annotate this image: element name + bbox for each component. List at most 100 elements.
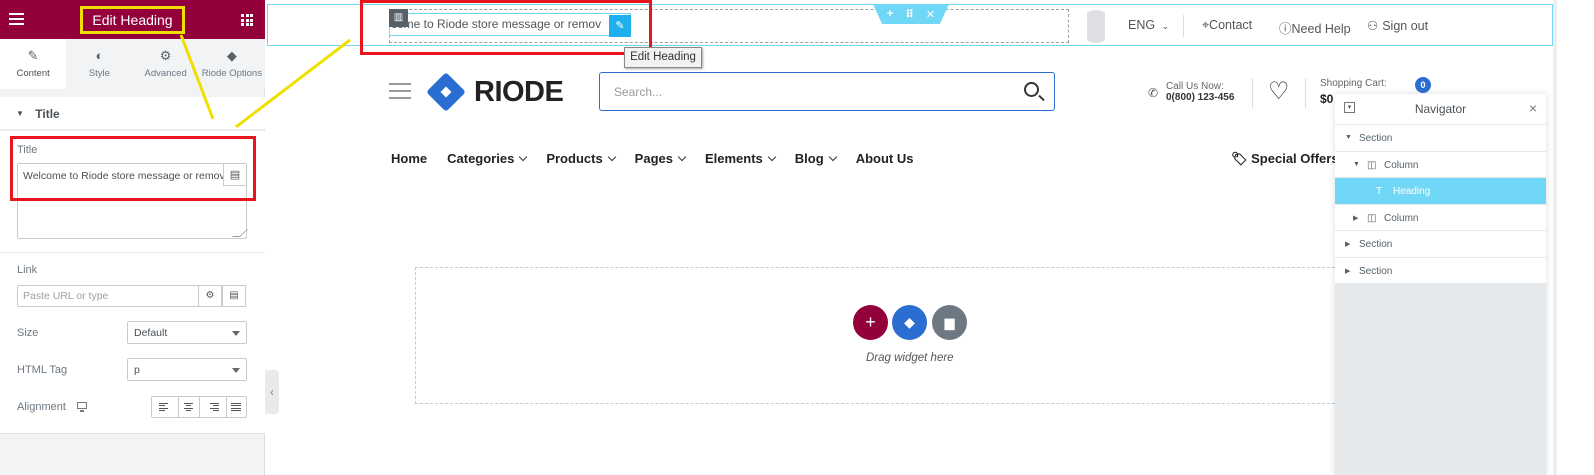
- search-input[interactable]: Search...: [599, 72, 1055, 111]
- tab-label: Riode Options: [201, 68, 262, 79]
- nav-products[interactable]: Products: [546, 151, 616, 166]
- diamond-icon: ◆: [226, 48, 237, 63]
- caret-down-icon: [232, 331, 240, 336]
- caret-down-icon: ▼: [1345, 134, 1352, 141]
- main-navigation: Home Categories Products Pages Elements …: [391, 151, 933, 166]
- align-center-button[interactable]: [179, 397, 200, 417]
- row-label: Section: [1359, 265, 1393, 277]
- navigator-row-section[interactable]: ▼ Section: [1335, 125, 1546, 152]
- collapse-panel-handle[interactable]: ‹: [265, 370, 279, 414]
- nav-home[interactable]: Home: [391, 151, 427, 166]
- size-select[interactable]: Default: [127, 321, 247, 344]
- cart-amount[interactable]: $0: [1320, 92, 1333, 106]
- add-template-folder-button[interactable]: ▆: [932, 305, 967, 340]
- divider: [1305, 78, 1306, 108]
- add-icon[interactable]: +: [887, 8, 893, 20]
- add-section-button[interactable]: +: [853, 305, 888, 340]
- column-icon: ◫: [1367, 159, 1377, 171]
- tab-label: Content: [16, 68, 50, 79]
- nav-pages[interactable]: Pages: [634, 151, 687, 166]
- row-label: Heading: [1393, 186, 1431, 197]
- nav-label: Pages: [634, 151, 673, 166]
- nav-blog[interactable]: Blog: [795, 151, 837, 166]
- editor-panel: Edit Heading ✎ Content ◐ Style ⚙ Advance…: [0, 0, 265, 475]
- html-tag-select[interactable]: p: [127, 358, 247, 381]
- riode-template-button[interactable]: ◆: [892, 305, 927, 340]
- chevron-down-icon: [607, 152, 616, 162]
- tab-label: Style: [88, 68, 110, 79]
- database-icon: [1087, 10, 1105, 43]
- nav-categories[interactable]: Categories: [447, 151, 528, 166]
- navigator-row-section[interactable]: ▶ Section: [1335, 231, 1546, 258]
- tab-advanced[interactable]: ⚙ Advanced: [133, 39, 199, 89]
- section-toggle-title[interactable]: ▼ Title: [0, 97, 265, 130]
- need-help-label: Need Help: [1291, 22, 1351, 36]
- close-icon[interactable]: ×: [1529, 100, 1537, 116]
- nav-elements[interactable]: Elements: [704, 151, 777, 166]
- link-dynamic-tags-icon[interactable]: ▤: [222, 285, 246, 307]
- align-right-button[interactable]: [200, 397, 227, 417]
- html-tag-value: p: [134, 364, 140, 376]
- caret-down-icon: ▼: [16, 109, 24, 118]
- nav-label: Products: [546, 151, 603, 166]
- annotation-red-box-title: [10, 136, 256, 201]
- location-pin-icon: ⌖: [1202, 18, 1210, 32]
- size-label: Size: [17, 327, 39, 339]
- empty-section-dropzone[interactable]: [415, 267, 1355, 404]
- heading-icon: T: [1376, 186, 1383, 197]
- drag-handle-icon[interactable]: ⠿: [905, 8, 914, 21]
- tooltip: Edit Heading: [624, 47, 702, 68]
- call-number[interactable]: 0(800) 123-456: [1166, 92, 1234, 103]
- tab-content[interactable]: ✎ Content: [0, 39, 67, 89]
- search-icon[interactable]: [1024, 82, 1039, 97]
- html-tag-label: HTML Tag: [17, 364, 68, 376]
- link-options-gear-icon[interactable]: ⚙: [198, 285, 222, 307]
- tab-style[interactable]: ◐ Style: [66, 39, 132, 89]
- chevron-down-icon: [767, 152, 777, 162]
- special-offers-link[interactable]: 🏷 Special Offers: [1231, 151, 1339, 167]
- need-help-link[interactable]: ⓘNeed Help: [1279, 18, 1351, 37]
- user-icon: ⚇: [1367, 19, 1379, 33]
- menu-icon[interactable]: [9, 13, 24, 25]
- site-menu-icon[interactable]: [389, 83, 411, 101]
- wishlist-heart-icon[interactable]: ♡: [1268, 80, 1290, 104]
- align-justify-button[interactable]: [227, 397, 246, 417]
- align-left-button[interactable]: [152, 397, 180, 417]
- info-icon: ⓘ: [1279, 22, 1292, 36]
- row-label: Section: [1359, 133, 1393, 144]
- navigator-row-heading[interactable]: T Heading: [1335, 178, 1546, 205]
- navigator-row-column[interactable]: ▼ ◫ Column: [1335, 151, 1546, 178]
- chevron-down-icon: [519, 152, 528, 162]
- navigator-row-column[interactable]: ▶ ◫ Column: [1335, 204, 1546, 231]
- chevron-down-icon: ⌄: [1161, 21, 1170, 31]
- nav-about-us[interactable]: About Us: [856, 151, 914, 166]
- row-label: Column: [1384, 159, 1419, 171]
- divider: [0, 433, 265, 434]
- monitor-icon[interactable]: [77, 402, 87, 412]
- gear-icon: ⚙: [159, 48, 172, 63]
- sign-out-link[interactable]: ⚇ Sign out: [1367, 18, 1428, 33]
- nav-label: Categories: [447, 151, 515, 166]
- site-logo[interactable]: RIODE: [426, 72, 564, 112]
- canvas-scrollbar[interactable]: [1553, 0, 1557, 475]
- language-switcher[interactable]: ENG ⌄: [1128, 18, 1169, 32]
- chevron-down-icon: [677, 152, 687, 162]
- nav-label: Elements: [704, 151, 763, 166]
- contact-link[interactable]: ⌖Contact: [1202, 18, 1252, 33]
- navigator-row-section[interactable]: ▶ Section: [1335, 257, 1546, 284]
- riode-logo-icon: [426, 72, 466, 112]
- section-handle[interactable]: + ⠿ ✕: [873, 4, 949, 24]
- contact-label: Contact: [1209, 18, 1253, 32]
- alignment-buttons: [151, 396, 247, 418]
- close-icon[interactable]: ✕: [926, 8, 935, 21]
- nav-label: About Us: [855, 151, 914, 166]
- link-label: Link: [17, 264, 38, 276]
- panel-title: Edit Heading: [80, 5, 185, 34]
- logo-text: RIODE: [474, 75, 564, 108]
- row-label: Section: [1359, 239, 1393, 250]
- link-input[interactable]: Paste URL or type: [17, 285, 199, 307]
- row-label: Column: [1384, 212, 1419, 224]
- widgets-grid-icon[interactable]: [241, 14, 253, 26]
- tab-riode-options[interactable]: ◆ Riode Options: [199, 39, 265, 89]
- phone-icon: ✆: [1148, 86, 1159, 100]
